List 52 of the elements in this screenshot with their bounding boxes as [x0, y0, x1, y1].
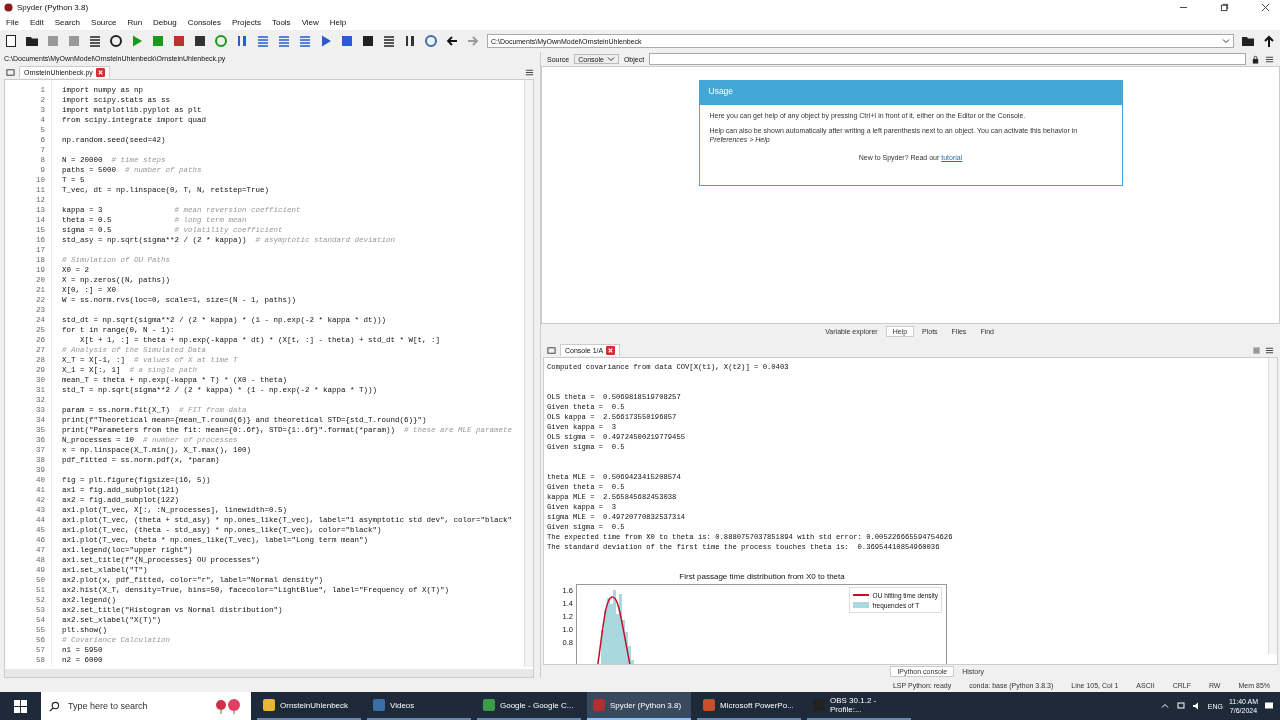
vertical-scrollbar[interactable] — [524, 80, 533, 667]
plot-title: First passage time distribution from X0 to theta — [678, 572, 846, 583]
restore-icon[interactable] — [1220, 3, 1229, 12]
search-field[interactable]: Type here to search — [41, 692, 251, 720]
run-icon[interactable] — [130, 34, 144, 48]
menu-item[interactable]: Projects — [232, 18, 261, 27]
object-field[interactable] — [649, 53, 1246, 65]
close-icon[interactable] — [1261, 3, 1270, 12]
menu-item[interactable]: Consoles — [187, 18, 222, 27]
caret-icon[interactable] — [606, 55, 615, 63]
taskbar-app[interactable]: Videos — [367, 692, 471, 720]
menu-item[interactable]: Run — [127, 18, 143, 27]
close-tab-icon[interactable] — [606, 346, 616, 355]
vertical-scrollbar[interactable] — [1268, 358, 1277, 654]
menu-item[interactable]: Search — [54, 18, 81, 27]
windows-logo-icon[interactable] — [14, 699, 27, 713]
window-title: Spyder (Python 3.8) — [17, 3, 89, 12]
taskbar-app[interactable]: Google - Google C... — [477, 692, 581, 720]
browse-tabs-icon[interactable] — [6, 67, 15, 77]
taskbar-app[interactable]: Spyder (Python 3.8) — [587, 692, 691, 720]
menu-item[interactable]: Edit — [29, 18, 44, 27]
menu-item[interactable]: Debug — [153, 18, 177, 27]
continue-icon[interactable] — [319, 34, 333, 48]
horizontal-scrollbar[interactable] — [5, 669, 533, 677]
new-file-icon[interactable] — [4, 34, 18, 48]
menu-icon[interactable] — [525, 67, 534, 77]
flowers-drawing — [213, 698, 243, 714]
menu-item[interactable]: Tools — [271, 18, 291, 27]
lock-icon[interactable] — [1251, 54, 1260, 64]
taskbar-app[interactable]: OBS 30.1.2 - Profile:... — [807, 692, 911, 720]
menu-item[interactable]: Source — [91, 18, 117, 27]
folder-icon[interactable] — [1241, 34, 1255, 48]
folder-icon[interactable] — [25, 34, 39, 48]
menu-item[interactable]: File — [6, 18, 19, 27]
list-icon[interactable] — [88, 34, 102, 48]
browse-tabs-icon[interactable] — [547, 345, 556, 355]
usage-header: Usage — [699, 81, 1122, 105]
menu-icon[interactable] — [1265, 54, 1274, 64]
stop-icon[interactable] — [340, 34, 354, 48]
menu-icon[interactable] — [1265, 345, 1274, 355]
taskbar-app[interactable]: OrnsteinUhlenbeck — [257, 692, 361, 720]
search-icon — [49, 700, 60, 712]
up-arrow-icon[interactable] — [1262, 34, 1276, 48]
dropdown-caret-icon[interactable] — [1222, 37, 1230, 45]
code-editor[interactable] — [4, 79, 534, 678]
close-tab-icon[interactable] — [95, 68, 105, 77]
menu-item[interactable]: Help — [329, 18, 347, 27]
search-input[interactable]: Type here to search — [66, 700, 207, 712]
taskbar-app[interactable]: Microsoft PowerPo... — [697, 692, 801, 720]
back-arrow-icon[interactable] — [445, 34, 459, 48]
menu-item[interactable]: View — [301, 18, 319, 27]
chevron-up-icon[interactable] — [1159, 701, 1170, 711]
